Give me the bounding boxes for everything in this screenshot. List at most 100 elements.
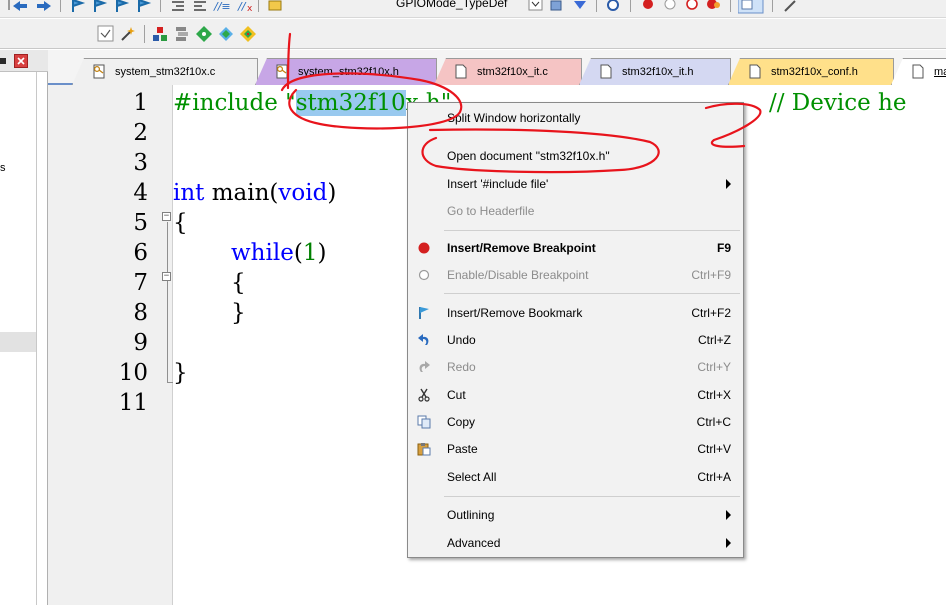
menu-item-insert-include-file[interactable]: Insert '#include file'	[408, 173, 743, 195]
line-number: 6	[133, 240, 148, 266]
menu-item-label: Insert/Remove Bookmark	[447, 306, 583, 320]
combo-dropdown-icon[interactable]	[526, 0, 546, 14]
fold-toggle-while[interactable]: −	[162, 272, 171, 281]
menu-item-shortcut: Ctrl+Z	[698, 333, 731, 347]
configure-icon[interactable]	[780, 0, 800, 16]
tab-3[interactable]: stm32f10x_it.c	[434, 58, 582, 85]
close-icon	[17, 57, 25, 65]
menu-item-redo[interactable]: Redo Ctrl+Y	[408, 356, 743, 378]
menu-item-shortcut: Ctrl+X	[697, 388, 731, 402]
menu-item-shortcut: F9	[716, 241, 731, 255]
menu-item-go-to-headerfile[interactable]: Go to Headerfile	[408, 200, 743, 222]
line-number-gutter: 1 2 3 4 5 6 7 8 9 10 11	[48, 85, 172, 605]
file-key-icon	[93, 64, 106, 79]
tab-6[interactable]: mai	[891, 58, 946, 85]
menu-item-open-document-stm32f10x-h[interactable]: Open document "stm32f10x.h"	[408, 145, 743, 167]
code-line-7: {	[231, 270, 246, 296]
code-line-4: int main(void)	[173, 180, 337, 206]
pin-icon[interactable]	[0, 56, 8, 66]
menu-item-label: Copy	[447, 415, 476, 429]
bookmark-icon[interactable]	[68, 0, 88, 16]
stack-icon[interactable]	[172, 24, 192, 44]
submenu-arrow-icon	[726, 179, 731, 189]
tab-1[interactable]: system_stm32f10x.c	[72, 58, 258, 85]
svg-text://: //	[237, 0, 247, 13]
menu-item-label: Go to Headerfile	[447, 204, 535, 218]
unindent-icon[interactable]	[190, 0, 210, 16]
fold-toggle-main[interactable]: −	[162, 212, 171, 221]
clear-bookmarks-icon[interactable]	[134, 0, 154, 16]
enable-breakpoint-icon[interactable]	[660, 0, 680, 16]
line-number: 2	[133, 120, 148, 146]
context-menu: Split Window horizontally Open document "…	[407, 102, 744, 558]
menu-item-enable-disable-breakpoint[interactable]: Enable/Disable Breakpoint Ctrl+F9	[408, 264, 743, 286]
wand-icon[interactable]	[118, 24, 138, 44]
menu-item-split-window-horizontally[interactable]: Split Window horizontally	[408, 107, 743, 129]
code-line-8: }	[231, 300, 246, 326]
svg-text:x: x	[247, 4, 253, 13]
close-panel-button[interactable]	[14, 54, 28, 68]
menu-item-undo[interactable]: Undo Ctrl+Z	[408, 329, 743, 351]
menu-item-label: Redo	[447, 360, 476, 374]
comment-icon[interactable]: //≡	[212, 0, 232, 16]
menu-item-insert-remove-bookmark[interactable]: Insert/Remove Bookmark Ctrl+F2	[408, 302, 743, 324]
menu-item-label: Split Window horizontally	[447, 111, 581, 125]
kill-breakpoints-icon[interactable]	[704, 0, 724, 16]
submenu-arrow-icon	[726, 510, 731, 520]
disable-breakpoints-icon[interactable]	[682, 0, 702, 16]
incremental-find-icon[interactable]	[570, 0, 590, 16]
menu-item-copy[interactable]: Copy Ctrl+C	[408, 411, 743, 433]
tab-4[interactable]: stm32f10x_it.h	[579, 58, 731, 85]
project-panel: s	[0, 50, 48, 605]
magnifier-icon[interactable]	[604, 0, 624, 16]
menu-item-shortcut: Ctrl+Y	[697, 360, 731, 374]
breakpoint-icon	[416, 240, 432, 256]
find-in-files-icon[interactable]	[266, 0, 286, 16]
menu-item-label: Select All	[447, 470, 497, 484]
svg-text://≡: //≡	[213, 0, 231, 13]
insert-breakpoint-icon[interactable]	[638, 0, 658, 16]
diamond-gear-icon[interactable]	[216, 24, 236, 44]
menu-item-label: Open document "stm32f10x.h"	[447, 149, 610, 163]
menu-item-label: Insert/Remove Breakpoint	[447, 241, 596, 255]
tab-2[interactable]: system_stm32f10x.h	[255, 58, 437, 85]
menu-item-shortcut: Ctrl+C	[696, 415, 731, 429]
tab-5[interactable]: stm32f10x_conf.h	[728, 58, 894, 85]
indent-icon[interactable]	[168, 0, 188, 16]
menu-item-outlining[interactable]: Outlining	[408, 504, 743, 526]
window-layout-icon[interactable]	[738, 0, 764, 16]
green-diamond-icon[interactable]	[194, 24, 214, 44]
menu-item-select-all[interactable]: Select All Ctrl+A	[408, 466, 743, 488]
line-number: 4	[133, 180, 148, 206]
menu-item-cut[interactable]: Cut Ctrl+X	[408, 384, 743, 406]
forward-arrow-icon[interactable]	[34, 0, 54, 16]
line-number: 8	[133, 300, 148, 326]
copy-icon	[416, 414, 432, 430]
selected-text: stm32f10	[295, 90, 406, 116]
menu-item-insert-remove-breakpoint[interactable]: Insert/Remove Breakpoint F9	[408, 237, 743, 259]
menu-item-label: Outlining	[447, 508, 495, 522]
code-line-10: }	[173, 360, 188, 386]
manage-components-icon[interactable]	[238, 24, 258, 44]
dropdown-check-icon[interactable]	[96, 24, 116, 44]
symbol-combo[interactable]: GPIOMode_TypeDef	[396, 0, 507, 10]
tab-label: stm32f10x_conf.h	[771, 66, 858, 78]
prev-bookmark-icon[interactable]	[90, 0, 110, 16]
find-icon[interactable]	[548, 0, 568, 16]
menu-item-paste[interactable]: Paste Ctrl+V	[408, 438, 743, 460]
menu-item-advanced[interactable]: Advanced	[408, 532, 743, 554]
next-bookmark-icon[interactable]	[112, 0, 132, 16]
tab-label: stm32f10x_it.h	[622, 66, 694, 78]
uncomment-icon[interactable]: //x	[236, 0, 256, 16]
peripherals-icon[interactable]	[150, 24, 170, 44]
bookmark-flag-icon	[416, 305, 432, 321]
back-arrow-icon[interactable]	[10, 0, 30, 16]
line-number: 11	[118, 390, 148, 416]
project-tree-selected-row[interactable]	[0, 332, 36, 352]
project-tree-text[interactable]: s	[0, 162, 6, 174]
menu-item-label: Enable/Disable Breakpoint	[447, 268, 589, 282]
undo-icon	[416, 332, 432, 348]
code-line-5: {	[173, 210, 188, 236]
menu-item-shortcut: Ctrl+F2	[691, 306, 731, 320]
toolbar-top: //≡ //x GPIOMode_TypeDef	[0, 0, 946, 18]
